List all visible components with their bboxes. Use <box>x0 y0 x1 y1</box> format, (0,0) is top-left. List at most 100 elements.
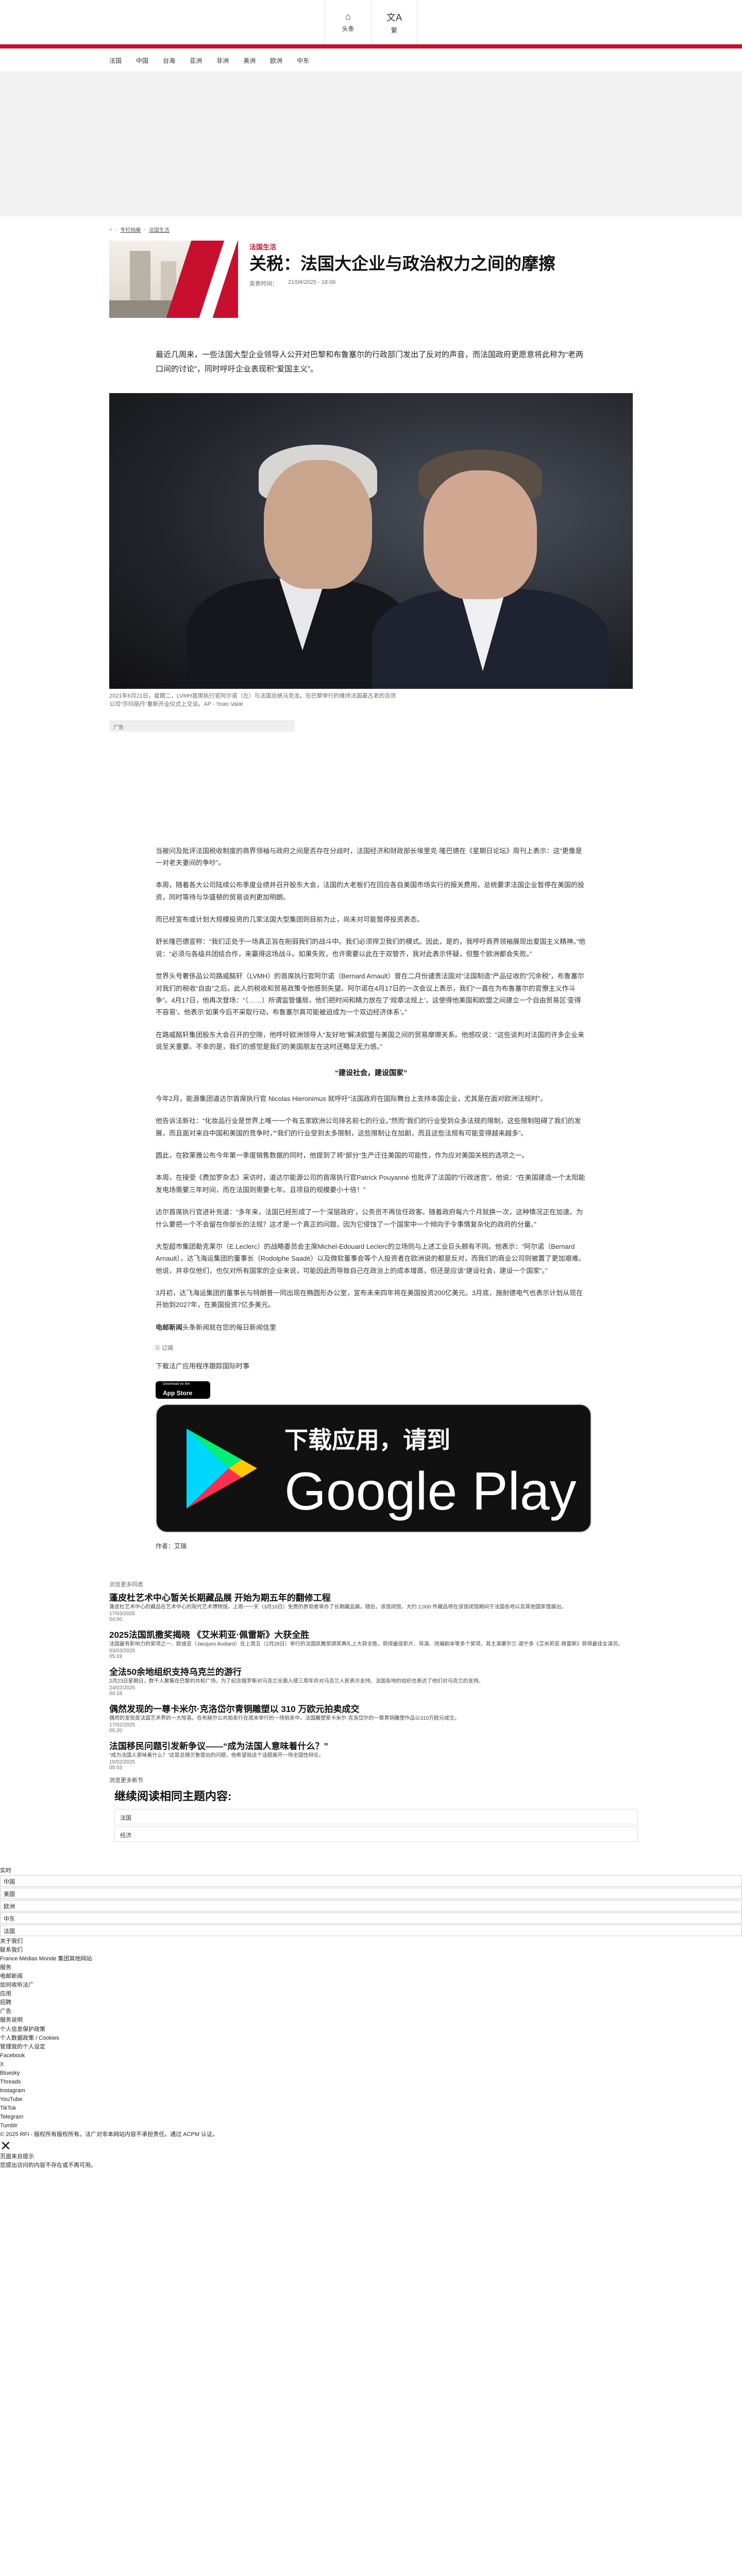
footer-link[interactable]: 管理我的个人设定 <box>0 2043 742 2052</box>
language-icon: 文A <box>386 12 402 23</box>
social-link-telegram[interactable]: Telegram <box>0 2113 742 2122</box>
breadcrumb-item-archive[interactable]: 专栏档案 <box>120 226 141 233</box>
social-link-bluesky[interactable]: Bluesky <box>0 2069 742 2078</box>
related-headline[interactable]: 蓬皮杜艺术中心暂关长期藏品展 开始为期五年的翻修工程 <box>109 1590 633 1603</box>
list-item[interactable]: 偶然发现的一尊卡米尔·克洛岱尔青铜雕塑以 310 万欧元拍卖成交 偶然的发现是法… <box>109 1702 633 1734</box>
topics-title: 继续阅读相同主题内容: <box>114 1790 232 1803</box>
footer-link[interactable]: France Médias Monde 集团其他网站 <box>0 1955 742 1963</box>
footer-link[interactable]: 电邮新闻 <box>0 1972 742 1981</box>
related-time: 05:20 <box>109 1728 123 1734</box>
photo-caption: 2021年6月21日，星期二，LVMH首席执行官阿尔诺（左）与法国总统马克龙。在… <box>109 692 396 708</box>
gp-line2: Google Play <box>284 1461 577 1521</box>
nav-item-africa[interactable]: 非洲 <box>216 56 229 65</box>
related-headline[interactable]: 全法50余地组织支持乌克兰的游行 <box>109 1665 633 1677</box>
list-item[interactable]: 全法50余地组织支持乌克兰的游行 2月23日星期日，数千人聚集在巴黎的共和广场，… <box>109 1665 633 1697</box>
article-subtitle: “建设社会，建设国家” <box>335 1068 407 1077</box>
paragraph: 当被问及批评法国税收制度的商界领袖与政府之间是否存在分歧时，法国经济和财政部长埃… <box>156 846 582 867</box>
related-headline[interactable]: 2025法国凯撒奖揭晓 《艾米莉亚·佩雷斯》大获全胜 <box>109 1628 633 1640</box>
footer-services: 服务 <box>0 1964 11 1971</box>
category-label[interactable]: 法国生活 <box>249 242 555 251</box>
breadcrumb-sep: › <box>144 227 146 232</box>
footer-link[interactable]: 服务说明 <box>0 2016 742 2025</box>
region-pill[interactable]: 中国 <box>0 1875 742 1887</box>
app-store-line1: Download on the <box>163 1382 190 1386</box>
top-bar: ⌂ 头条 文A 繁 <box>0 0 742 44</box>
region-pill[interactable]: 法国 <box>0 1925 742 1937</box>
nav-item-france[interactable]: 法国 <box>109 56 122 65</box>
related-headline[interactable]: 法国移民问题引发新争议——“成为法国人意味着什么？” <box>109 1739 633 1752</box>
related-articles: 浏览更多同类 蓬皮杜艺术中心暂关长期藏品展 开始为期五年的翻修工程 蓬皮杜艺术中… <box>109 1580 638 1842</box>
social-link-x[interactable]: X <box>0 2060 742 2069</box>
article-photo <box>109 393 633 689</box>
paragraph: 圆此，在欧莱雅公布今年第一季度销售数据的同时，他提到了将“部分”生产迁往美国的可… <box>156 1151 529 1159</box>
related-headline[interactable]: 偶然发现的一尊卡米尔·克洛岱尔青铜雕塑以 310 万欧元拍卖成交 <box>109 1702 633 1715</box>
footer-link[interactable]: 广告 <box>0 2007 742 2016</box>
home-icon[interactable]: ⌂ <box>109 227 112 232</box>
article-title: 关税：法国大企业与政治权力之间的摩擦 <box>249 254 555 273</box>
related-date: 17/02/2025 <box>109 1722 136 1728</box>
social-link-instagram[interactable]: Instagram <box>0 2087 742 2095</box>
related-title: 浏览更多同类 <box>109 1582 143 1588</box>
nav-item-taiwan-strait[interactable]: 台海 <box>163 56 175 65</box>
nav-item-asia[interactable]: 亚洲 <box>190 56 202 65</box>
ad-space <box>109 732 633 845</box>
topic-pill-france[interactable]: 法国 <box>114 1809 638 1825</box>
nav-item-europe[interactable]: 欧洲 <box>270 56 282 65</box>
app-store-line2: App Store <box>163 1389 193 1397</box>
app-promo-text: 下载法广应用程序跟踪国际时事 <box>156 1362 250 1370</box>
article: ⌂ › 专栏档案 › 法国生活 法国生活 关税：法国大企业与政治权力之间的摩擦 … <box>109 226 633 1552</box>
gp-line1: 下载应用，请到 <box>284 1427 450 1454</box>
related-desc: 蓬皮杜艺术中心的藏品在艺术中心的现代艺术博物馆。上周一一天（3月10日）免费的参… <box>109 1604 567 1611</box>
date-label: 发表时间： <box>249 280 278 287</box>
subscribe-label: 订阅 <box>161 1345 173 1352</box>
brand-red-line <box>0 44 742 48</box>
breadcrumb-item-life[interactable]: 法国生活 <box>149 226 170 233</box>
section-nav: 法国 中国 台海 亚洲 非洲 美洲 欧洲 中东 <box>0 49 742 72</box>
app-store-badge[interactable]: Download on the App Store <box>156 1381 210 1399</box>
social-link-tumblr[interactable]: Tumblr <box>0 2122 742 2130</box>
article-body: 当被问及批评法国税收制度的商界领袖与政府之间是否存在分歧时，法国经济和财政部长埃… <box>156 845 592 1553</box>
paragraph: 他告诉法新社：“化妆品行业是世界上唯一一个有五家欧洲公司排名前七的行业。”然而“… <box>156 1117 581 1137</box>
region-pill[interactable]: 中东 <box>0 1912 742 1924</box>
close-icon[interactable]: ✕ <box>0 2139 742 2153</box>
footer-link[interactable]: 如何收听法广 <box>0 1981 742 1990</box>
nav-item-china[interactable]: 中国 <box>136 56 148 65</box>
article-lead: 最近几周来，一些法国大型企业领导人公开对巴黎和布鲁塞尔的行政部门发出了反对的声音… <box>156 350 584 374</box>
list-item[interactable]: 法国移民问题引发新争议——“成为法国人意味着什么？” “成为法国人意味着什么？”… <box>109 1739 633 1771</box>
footer-link[interactable]: 应用 <box>0 1990 742 1998</box>
program-thumbnail <box>109 241 238 318</box>
related-desc: 法国最有影响力的奖项之一、欧迪亚（Jacques Audiard）在上周五（2月… <box>109 1641 623 1648</box>
region-pill[interactable]: 美国 <box>0 1888 742 1900</box>
notice-title: 页面来自提示 <box>0 2154 34 2160</box>
social-link-youtube[interactable]: YouTube <box>0 2095 742 2104</box>
list-item[interactable]: 蓬皮杜艺术中心暂关长期藏品展 开始为期五年的翻修工程 蓬皮杜艺术中心的藏品在艺术… <box>109 1590 633 1622</box>
list-item[interactable]: 2025法国凯撒奖揭晓 《艾米莉亚·佩雷斯》大获全胜 法国最有影响力的奖项之一、… <box>109 1628 633 1659</box>
related-desc: 2月23日星期日，数千人聚集在巴黎的共和广场，为了纪念俄罗斯对乌克兰全面入侵三周… <box>109 1679 484 1685</box>
nav-item-middle-east[interactable]: 中东 <box>297 56 309 65</box>
language-button[interactable]: 文A 繁 <box>371 0 417 44</box>
footer-link[interactable]: 个人数据政策 / Cookies <box>0 2034 742 2043</box>
paragraph: 世界头号奢侈品公司路威酩轩（LVMH）的首席执行官阿尔诺（Bernard Arn… <box>156 972 584 1016</box>
more-link[interactable]: 浏览更多新节 <box>109 1776 633 1784</box>
google-play-banner[interactable]: 下载应用，请到 Google Play <box>156 1404 592 1533</box>
social-link-tiktok[interactable]: TikTok <box>0 2104 742 2113</box>
subscribe-button[interactable]: ⎘ 订阅 <box>156 1344 586 1354</box>
nav-item-americas[interactable]: 美洲 <box>243 56 256 65</box>
footer-link[interactable]: 个人信息保护政策 <box>0 2025 742 2034</box>
newsletter-line: 电邮新闻头条新闻就在您的每日新闻信里 <box>156 1321 586 1333</box>
paragraph: 大型超市集团勒克莱尔（E.Leclerc）的战略委员会主席Michel-Edou… <box>156 1242 585 1275</box>
social-link-facebook[interactable]: Facebook <box>0 2052 742 2060</box>
hero-text: 法国生活 关税：法国大企业与政治权力之间的摩擦 发表时间： 21/04/2025… <box>249 241 555 318</box>
related-time: 05:19 <box>109 1654 123 1660</box>
topic-pill-economy[interactable]: 经济 <box>114 1826 638 1842</box>
social-link-threads[interactable]: Threads <box>0 2078 742 2087</box>
newsletter-bold[interactable]: 电邮新闻 <box>156 1324 182 1331</box>
region-pill[interactable]: 欧洲 <box>0 1900 742 1912</box>
footer-link[interactable]: 招聘 <box>0 1998 742 2007</box>
home-button[interactable]: ⌂ 头条 <box>325 0 371 44</box>
related-date: 10/02/2025 <box>109 1759 136 1766</box>
newsletter-rest: 头条新闻就在您的每日新闻信里 <box>182 1323 277 1331</box>
footer-link[interactable]: 关于我们 <box>0 1937 742 1946</box>
footer-link[interactable]: 联系我们 <box>0 1946 742 1955</box>
footer-realtime: 实时 <box>0 1868 11 1874</box>
